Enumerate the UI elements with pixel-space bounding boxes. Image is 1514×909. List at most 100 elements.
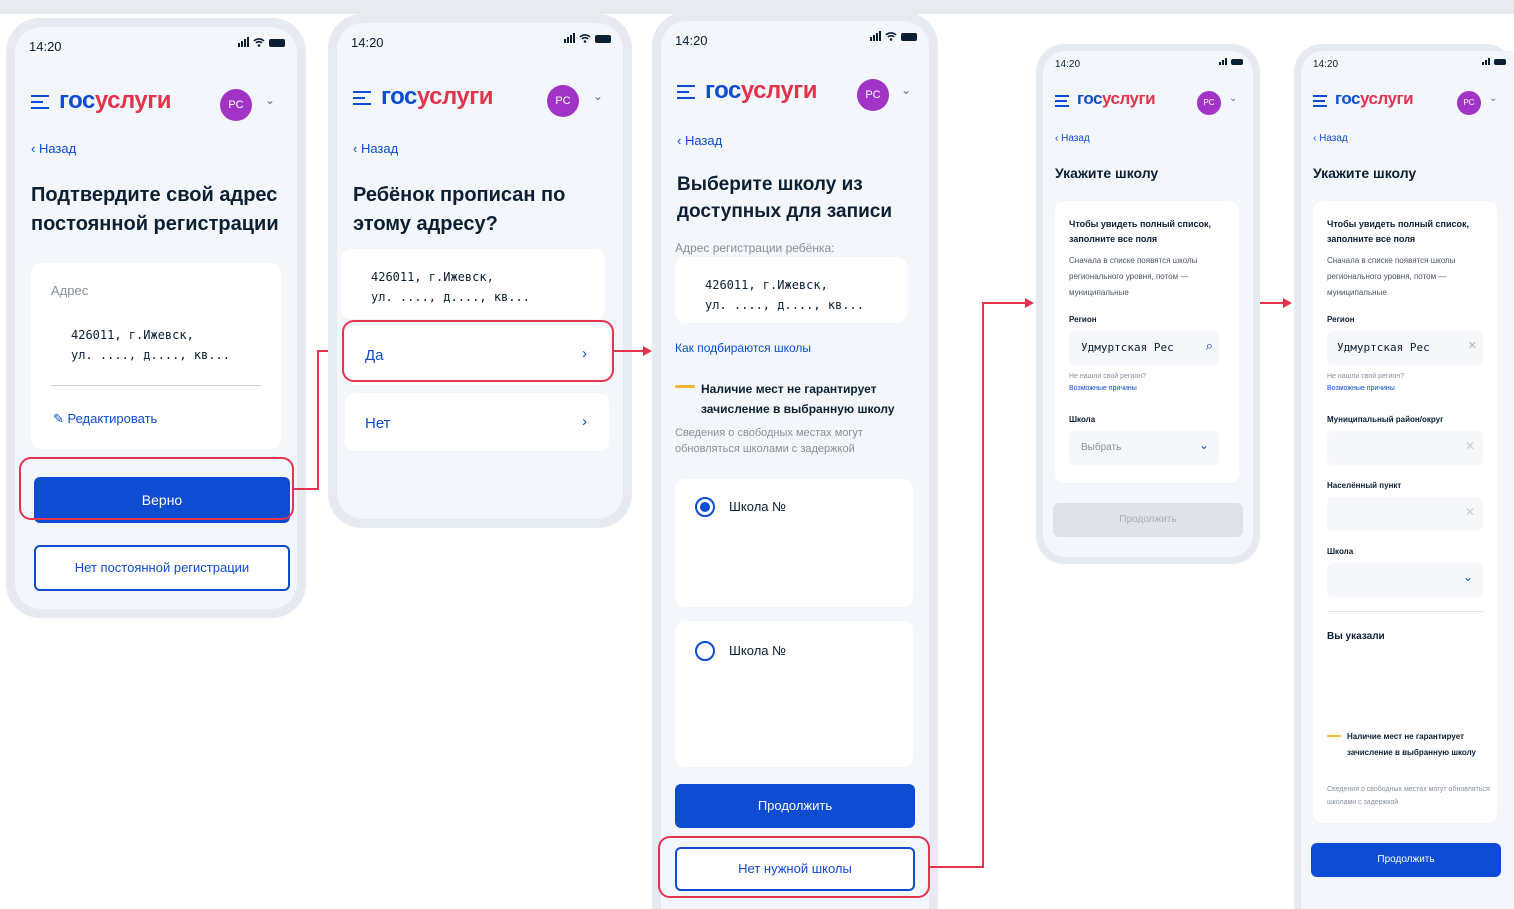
address-card: 426011, г.Ижевск, ул. ...., д...., кв... [675, 257, 907, 323]
continue-button-disabled[interactable]: Продолжить [1053, 503, 1243, 537]
screen: 14:20 госуслуги РС ⌄ ‹ Назад Укажите шко… [1301, 51, 1514, 909]
no-registration-button[interactable]: Нет постоянной регистрации [34, 545, 290, 591]
back-link[interactable]: ‹ Назад [677, 133, 722, 148]
page-title: Ребёнок прописан по этому адресу? [353, 184, 566, 235]
chevron-down-icon[interactable]: ⌄ [593, 89, 603, 103]
chevron-down-icon[interactable]: ⌄ [1229, 93, 1237, 104]
signal-icon [1219, 57, 1227, 65]
avatar[interactable]: РС [1457, 91, 1481, 115]
flow-arrow [294, 488, 318, 490]
page-title: Выберите школу из доступных для записи [677, 174, 893, 222]
menu-icon[interactable] [1055, 95, 1069, 109]
status-time: 14:20 [1055, 59, 1081, 70]
gosuslugi-logo[interactable]: госуслуги [59, 87, 172, 115]
screen: 14:20 госуслуги РС ⌄ ‹ Назад Подтвердите… [15, 27, 297, 609]
form-card: Чтобы увидеть полный список, заполните в… [1313, 201, 1497, 823]
address-label: Адрес [51, 283, 89, 298]
reasons-link[interactable]: Возможные причины [1327, 385, 1395, 392]
info-text: Сначала в списке появятся школы регионал… [1327, 256, 1456, 297]
screen: 14:20 госуслуги РС ⌄ ‹ Назад Укажите шко… [1043, 51, 1253, 557]
school-select[interactable]: Выбрать ⌄ [1069, 431, 1219, 465]
chevron-down-icon[interactable]: ⌄ [1463, 570, 1473, 584]
warning-marker [675, 385, 695, 388]
gosuslugi-logo[interactable]: госуслуги [381, 83, 494, 111]
wifi-icon [885, 32, 897, 41]
highlight-no-school [658, 836, 930, 898]
avatar[interactable]: РС [547, 85, 579, 117]
menu-icon[interactable] [1313, 95, 1327, 109]
info-title: Чтобы увидеть полный список, заполните в… [1069, 219, 1212, 244]
locality-input[interactable]: ✕ [1327, 497, 1483, 531]
radio-unselected[interactable] [695, 641, 715, 661]
wifi-icon [253, 38, 265, 47]
clear-icon[interactable]: ✕ [1468, 339, 1477, 352]
school-option-1[interactable]: Школа № [675, 479, 913, 607]
district-input[interactable]: ✕ [1327, 431, 1483, 465]
form-card: Чтобы увидеть полный список, заполните в… [1055, 201, 1239, 483]
menu-icon[interactable] [677, 85, 695, 99]
battery-icon [595, 35, 611, 43]
gosuslugi-logo[interactable]: госуслуги [1077, 89, 1156, 109]
back-link[interactable]: ‹ Назад [1313, 133, 1348, 144]
chevron-down-icon[interactable]: ⌄ [1199, 438, 1209, 452]
locality-label: Населённый пункт [1327, 481, 1402, 490]
address-value: 426011, г.Ижевск, ул. ...., д...., кв... [71, 328, 230, 362]
option-no[interactable]: Нет › [345, 393, 609, 451]
flow-arrow [614, 350, 644, 352]
address-value: 426011, г.Ижевск, ул. ...., д...., кв... [705, 278, 864, 312]
reasons-link[interactable]: Возможные причины [1069, 385, 1137, 392]
divider [1327, 611, 1483, 612]
address-value: 426011, г.Ижевск, ул. ...., д...., кв... [371, 270, 530, 304]
search-icon[interactable]: ⌕ [1206, 338, 1213, 354]
edit-link[interactable]: ✎ Редактировать [53, 411, 157, 427]
avatar[interactable]: РС [220, 89, 252, 121]
phone-screen-confirm-address: 14:20 госуслуги РС ⌄ ‹ Назад Подтвердите… [6, 18, 306, 618]
signal-icon [1482, 57, 1490, 65]
chevron-down-icon[interactable]: ⌄ [265, 93, 275, 107]
screen: 14:20 госуслуги РС ⌄ ‹ Назад Выберите шк… [661, 21, 929, 909]
address-label: Адрес регистрации ребёнка: [675, 241, 835, 255]
status-bar: 14:20 [15, 27, 297, 67]
clear-icon[interactable]: ✕ [1465, 505, 1475, 519]
continue-button[interactable]: Продолжить [1311, 843, 1501, 877]
chevron-down-icon[interactable]: ⌄ [901, 83, 911, 97]
region-input[interactable]: Удмуртская Рес ✕ [1327, 331, 1483, 365]
status-time: 14:20 [675, 33, 708, 48]
status-bar: 14:20 [661, 21, 929, 61]
continue-button[interactable]: Продолжить [675, 784, 915, 828]
radio-selected[interactable] [695, 497, 715, 517]
address-card: Адрес 426011, г.Ижевск, ул. ...., д....,… [31, 263, 281, 449]
battery-icon [269, 39, 285, 47]
back-link[interactable]: ‹ Назад [1055, 133, 1090, 144]
not-found-text: Не нашли свой регион? [1069, 373, 1146, 380]
school-option-2[interactable]: Школа № [675, 621, 913, 767]
avatar[interactable]: РС [1197, 91, 1221, 115]
clear-icon[interactable]: ✕ [1465, 439, 1475, 453]
phone-screen-specify-school-expanded: 14:20 госуслуги РС ⌄ ‹ Назад Укажите шко… [1294, 44, 1514, 909]
phone-screen-specify-school: 14:20 госуслуги РС ⌄ ‹ Назад Укажите шко… [1036, 44, 1260, 564]
wifi-icon [579, 34, 591, 43]
highlight-yes [342, 320, 614, 382]
battery-icon [901, 33, 917, 41]
page-title: Укажите школу [1055, 165, 1159, 181]
avatar[interactable]: РС [857, 79, 889, 111]
region-label: Регион [1069, 315, 1097, 324]
menu-icon[interactable] [31, 95, 49, 109]
region-input[interactable]: Удмуртская Рес ⌕ [1069, 331, 1219, 365]
status-time: 14:20 [29, 39, 62, 54]
district-label: Муниципальный район/округ [1327, 415, 1444, 424]
menu-icon[interactable] [353, 91, 371, 105]
chevron-down-icon[interactable]: ⌄ [1489, 93, 1497, 104]
back-link[interactable]: ‹ Назад [353, 141, 398, 156]
gosuslugi-logo[interactable]: госуслуги [1335, 89, 1414, 109]
gosuslugi-logo[interactable]: госуслуги [705, 77, 818, 105]
not-found-text: Не нашли свой регион? [1327, 373, 1404, 380]
note-text: Сведения о свободных местах могут обновл… [1327, 786, 1490, 806]
school-label: Школа [1069, 415, 1096, 424]
phone-screen-choose-school: 14:20 госуслуги РС ⌄ ‹ Назад Выберите шк… [652, 12, 938, 909]
back-link[interactable]: ‹ Назад [31, 141, 76, 156]
flow-arrow [930, 866, 984, 868]
app-header: госуслуги РС ⌄ [337, 71, 623, 123]
how-schools-link[interactable]: Как подбираются школы [675, 341, 811, 355]
school-select[interactable]: ⌄ [1327, 563, 1483, 597]
